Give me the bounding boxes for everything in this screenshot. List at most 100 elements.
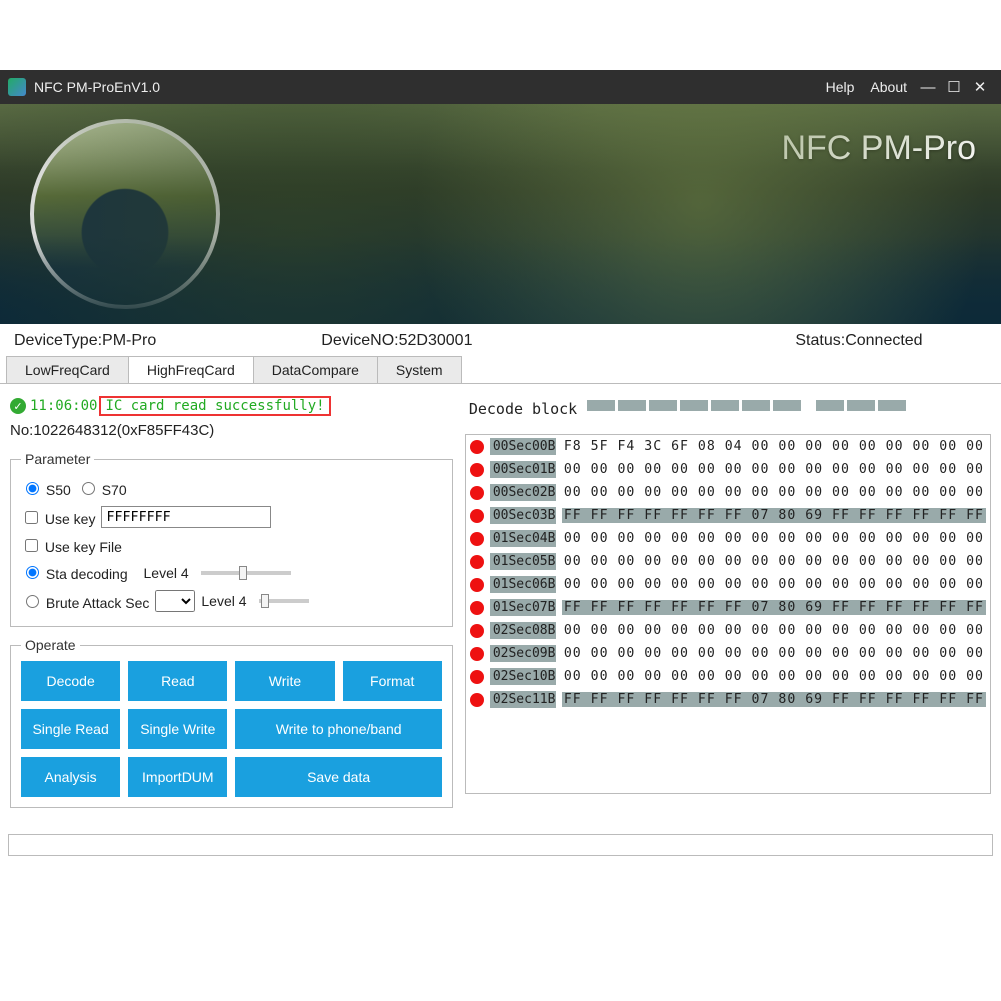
- use-key-file-checkbox[interactable]: Use key File: [21, 536, 122, 555]
- hex-data: FF FF FF FF FF FF FF 07 80 69 FF FF FF F…: [562, 692, 986, 707]
- single-read-button[interactable]: Single Read: [21, 709, 120, 749]
- write-button[interactable]: Write: [235, 661, 334, 701]
- brand-title: NFC PM-Pro: [781, 129, 976, 168]
- sector-label: 01Sec04B: [490, 530, 556, 547]
- save-data-button[interactable]: Save data: [235, 757, 441, 797]
- hex-data: 00 00 00 00 00 00 00 00 00 00 00 00 00 0…: [562, 646, 986, 661]
- hex-data: 00 00 00 00 00 00 00 00 00 00 00 00 00 0…: [562, 554, 986, 569]
- data-row[interactable]: 01Sec05B00 00 00 00 00 00 00 00 00 00 00…: [466, 550, 990, 573]
- device-no: DeviceNO:52D30001: [321, 332, 731, 350]
- decoding-level-slider[interactable]: [201, 571, 291, 575]
- operate-group: Operate DecodeReadWriteFormatSingle Read…: [10, 637, 453, 808]
- status-message: ✓ 11:06:00 IC card read successfully!: [10, 394, 453, 418]
- s70-radio[interactable]: S70: [77, 479, 127, 498]
- data-row[interactable]: 00Sec01B00 00 00 00 00 00 00 00 00 00 00…: [466, 458, 990, 481]
- message-text: IC card read successfully!: [99, 396, 330, 416]
- data-row[interactable]: 01Sec06B 00 00 00 00 00 00 00 00 00 00 00…: [466, 573, 990, 596]
- minimize-button[interactable]: —: [915, 79, 941, 96]
- single-write-button[interactable]: Single Write: [128, 709, 227, 749]
- hex-data: 00 00 00 00 00 00 00 00 00 00 00 00 00 0…: [562, 531, 986, 546]
- decode-progress-blocks: [587, 400, 906, 418]
- status-dot-icon: [470, 463, 484, 477]
- tab-highfreqcard[interactable]: HighFreqCard: [128, 356, 254, 383]
- status-dot-icon: [470, 624, 484, 638]
- bottom-margin: [0, 856, 1001, 986]
- s50-radio[interactable]: S50: [21, 479, 71, 498]
- status-dot-icon: [470, 578, 484, 592]
- top-margin: [0, 0, 1001, 70]
- decode-button[interactable]: Decode: [21, 661, 120, 701]
- brute-attack-radio[interactable]: Brute Attack Sec: [21, 592, 149, 611]
- data-row[interactable]: 00Sec00BF8 5F F4 3C 6F 08 04 00 00 00 00…: [466, 435, 990, 458]
- status-dot-icon: [470, 532, 484, 546]
- footer-bar: [8, 834, 993, 856]
- window-title: NFC PM-ProEnV1.0: [34, 79, 160, 95]
- data-row[interactable]: 02Sec11B FF FF FF FF FF FF FF 07 80 69 FF…: [466, 688, 990, 711]
- decode-header: Decode block: [465, 394, 991, 434]
- hex-data: 00 00 00 00 00 00 00 00 00 00 00 00 00 0…: [562, 577, 986, 592]
- app-icon: [8, 78, 26, 96]
- status-dot-icon: [470, 509, 484, 523]
- hex-data: FF FF FF FF FF FF FF 07 80 69 FF FF FF F…: [562, 508, 986, 523]
- tab-system[interactable]: System: [377, 356, 462, 383]
- device-type: DeviceType:PM-Pro: [14, 332, 321, 350]
- sector-label: 00Sec02B: [490, 484, 556, 501]
- write-to-phone-band-button[interactable]: Write to phone/band: [235, 709, 441, 749]
- brute-level-slider[interactable]: [259, 599, 309, 603]
- content-area: ✓ 11:06:00 IC card read successfully! No…: [0, 383, 1001, 828]
- sector-label: 00Sec00B: [490, 438, 556, 455]
- maximize-button[interactable]: ☐: [941, 78, 967, 96]
- close-button[interactable]: ✕: [967, 78, 993, 96]
- card-number: No:1022648312(0xF85FF43C): [10, 418, 453, 447]
- decoding-level-label: Level 4: [144, 565, 189, 581]
- data-row[interactable]: 01Sec04B 00 00 00 00 00 00 00 00 00 00 00…: [466, 527, 990, 550]
- sector-label: 02Sec09B: [490, 645, 556, 662]
- hex-data: 00 00 00 00 00 00 00 00 00 00 00 00 00 0…: [562, 623, 986, 638]
- parameter-legend: Parameter: [21, 451, 94, 467]
- hex-data: 00 00 00 00 00 00 00 00 00 00 00 00 00 0…: [562, 669, 986, 684]
- data-block-list[interactable]: 00Sec00BF8 5F F4 3C 6F 08 04 00 00 00 00…: [465, 434, 991, 794]
- use-key-checkbox[interactable]: Use key: [21, 508, 95, 527]
- analysis-button[interactable]: Analysis: [21, 757, 120, 797]
- status-dot-icon: [470, 693, 484, 707]
- data-row[interactable]: 02Sec10B00 00 00 00 00 00 00 00 00 00 00…: [466, 665, 990, 688]
- hex-data: FF FF FF FF FF FF FF 07 80 69 FF FF FF F…: [562, 600, 986, 615]
- sector-label: 02Sec11B: [490, 691, 556, 708]
- read-button[interactable]: Read: [128, 661, 227, 701]
- data-row[interactable]: 02Sec08B 00 00 00 00 00 00 00 00 00 00 00…: [466, 619, 990, 642]
- format-button[interactable]: Format: [343, 661, 442, 701]
- hex-data: 00 00 00 00 00 00 00 00 00 00 00 00 00 0…: [562, 485, 986, 500]
- about-menu[interactable]: About: [870, 79, 907, 95]
- data-row[interactable]: 01Sec07BFF FF FF FF FF FF FF 07 80 69 FF…: [466, 596, 990, 619]
- connection-status: Status:Connected: [731, 332, 987, 350]
- data-row[interactable]: 00Sec03B FF FF FF FF FF FF FF 07 80 69 FF…: [466, 504, 990, 527]
- sector-label: 02Sec08B: [490, 622, 556, 639]
- banner: NFC PM-Pro: [0, 104, 1001, 324]
- parameter-group: Parameter S50 S70 Use key Use key File S…: [10, 451, 453, 627]
- check-icon: ✓: [10, 398, 26, 414]
- decode-block-label: Decode block: [469, 400, 577, 418]
- data-row[interactable]: 02Sec09B 00 00 00 00 00 00 00 00 00 00 00…: [466, 642, 990, 665]
- status-dot-icon: [470, 486, 484, 500]
- sector-label: 01Sec06B: [490, 576, 556, 593]
- status-dot-icon: [470, 440, 484, 454]
- help-menu[interactable]: Help: [826, 79, 855, 95]
- titlebar: NFC PM-ProEnV1.0 Help About — ☐ ✕: [0, 70, 1001, 104]
- status-dot-icon: [470, 670, 484, 684]
- avatar-image: [30, 119, 220, 309]
- sector-label: 00Sec03B: [490, 507, 556, 524]
- status-dot-icon: [470, 555, 484, 569]
- app-window: NFC PM-ProEnV1.0 Help About — ☐ ✕ NFC PM…: [0, 0, 1001, 986]
- tab-lowfreqcard[interactable]: LowFreqCard: [6, 356, 129, 383]
- hex-data: 00 00 00 00 00 00 00 00 00 00 00 00 00 0…: [562, 462, 986, 477]
- tab-strip: LowFreqCardHighFreqCardDataCompareSystem: [0, 356, 1001, 383]
- tab-datacompare[interactable]: DataCompare: [253, 356, 378, 383]
- status-dot-icon: [470, 601, 484, 615]
- status-dot-icon: [470, 647, 484, 661]
- data-row[interactable]: 00Sec02B 00 00 00 00 00 00 00 00 00 00 00…: [466, 481, 990, 504]
- importdum-button[interactable]: ImportDUM: [128, 757, 227, 797]
- brute-level-label: Level 4: [201, 593, 246, 609]
- sta-decoding-radio[interactable]: Sta decoding: [21, 563, 128, 582]
- key-input[interactable]: [101, 506, 271, 528]
- brute-sector-select[interactable]: [155, 590, 195, 612]
